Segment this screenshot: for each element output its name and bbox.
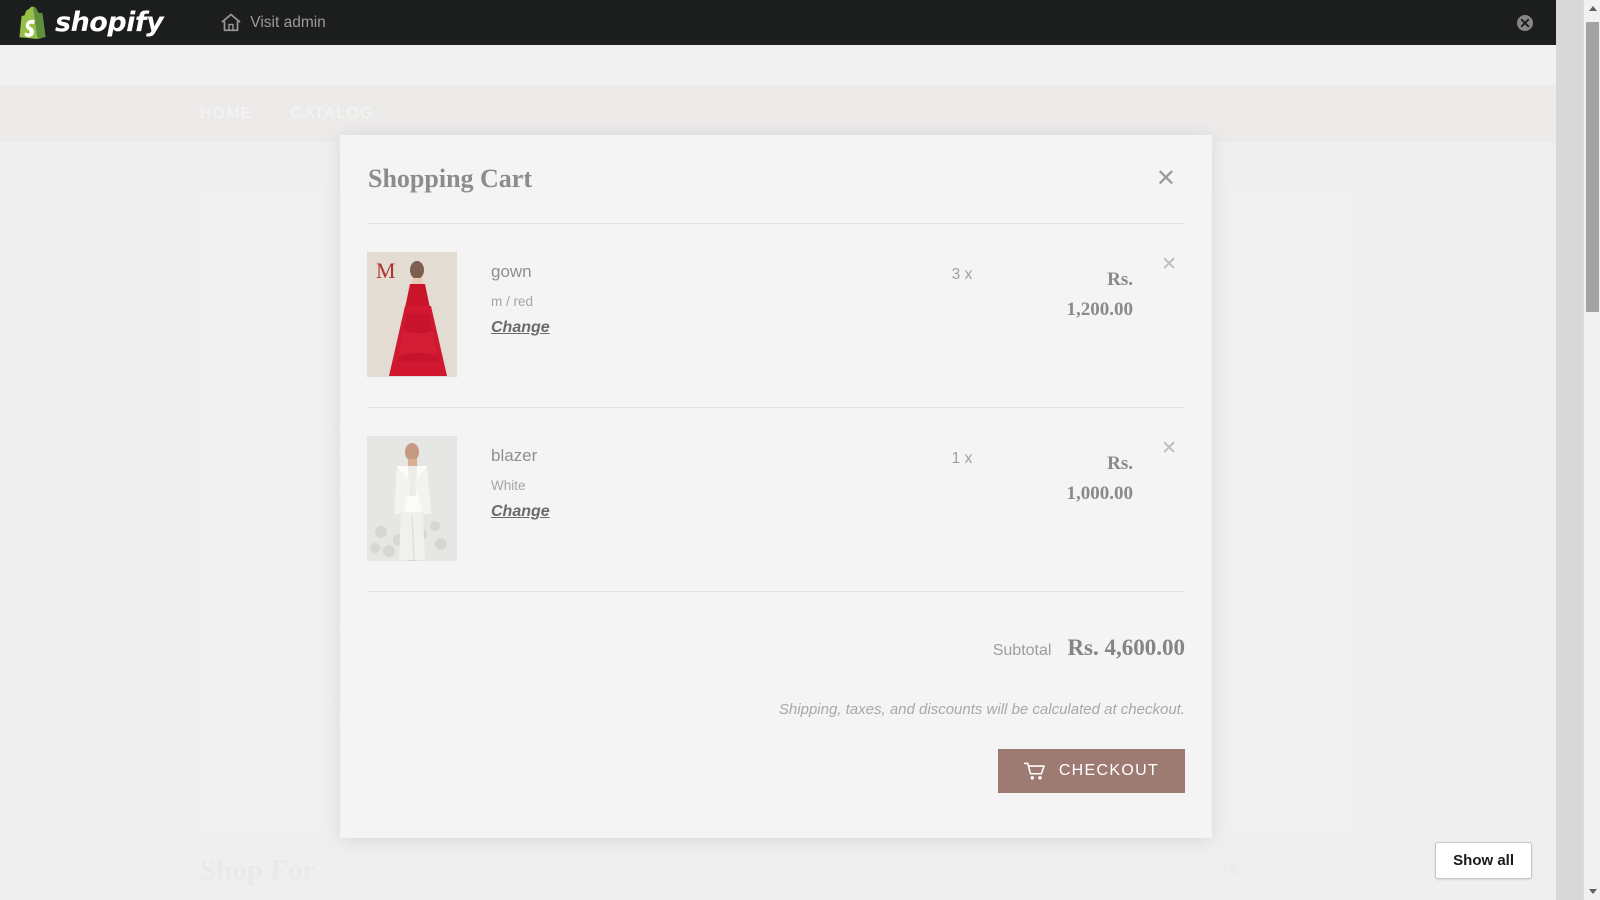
cart-item-row: M gown m / red Change 3 x Rs. 1,200.00 xyxy=(367,224,1185,407)
show-all-button[interactable]: Show all xyxy=(1435,842,1532,879)
close-icon[interactable]: ✕ xyxy=(1148,163,1184,195)
scroll-up-arrow-icon[interactable] xyxy=(1584,0,1600,17)
visit-admin-link[interactable]: Visit admin xyxy=(221,13,326,32)
remove-item-icon[interactable]: ✕ xyxy=(1155,250,1183,279)
blazer-image xyxy=(367,436,457,561)
price-currency: Rs. xyxy=(1107,269,1133,290)
subtotal-value: Rs. 4,600.00 xyxy=(1067,635,1185,661)
shopify-logo[interactable]: shopify xyxy=(18,6,163,39)
product-thumbnail[interactable]: M xyxy=(367,252,457,377)
cart-item-quantity: 3 x xyxy=(897,252,1027,284)
price-currency: Rs. xyxy=(1107,453,1133,474)
cart-item-details: blazer White Change xyxy=(457,436,897,521)
close-circle-icon[interactable] xyxy=(1516,14,1534,32)
price-amount: 1,000.00 xyxy=(1067,483,1134,504)
visit-admin-label: Visit admin xyxy=(250,14,326,32)
vertical-scrollbar[interactable] xyxy=(1583,0,1600,900)
shopping-cart-modal: Shopping Cart ✕ M gown m / red xyxy=(340,135,1212,838)
cart-item-title: blazer xyxy=(491,446,897,466)
price-amount: 1,200.00 xyxy=(1067,299,1134,320)
cart-item-variant: White xyxy=(491,478,897,493)
shipping-note: Shipping, taxes, and discounts will be c… xyxy=(367,661,1185,718)
remove-item-icon[interactable]: ✕ xyxy=(1155,434,1183,463)
cart-item-title: gown xyxy=(491,262,897,282)
shopify-admin-bar: shopify Visit admin xyxy=(0,0,1556,45)
gown-image: M xyxy=(367,252,457,377)
shopping-cart-icon xyxy=(1024,762,1046,781)
svg-text:M: M xyxy=(376,258,396,283)
home-icon xyxy=(221,13,241,32)
screen: HOME CATALOG xyxy=(0,0,1600,900)
scroll-down-arrow-icon[interactable] xyxy=(1584,883,1600,900)
cart-item-row: blazer White Change 1 x Rs. 1,000.00 ✕ xyxy=(367,408,1185,591)
subtotal-row: Subtotal Rs. 4,600.00 xyxy=(367,592,1185,661)
checkout-button[interactable]: CHECKOUT xyxy=(998,749,1185,793)
change-variant-link[interactable]: Change xyxy=(491,503,550,521)
shopify-bag-icon xyxy=(18,6,48,39)
product-thumbnail[interactable] xyxy=(367,436,457,561)
subtotal-label: Subtotal xyxy=(993,642,1052,660)
scrollbar-thumb[interactable] xyxy=(1586,22,1599,312)
modal-title: Shopping Cart xyxy=(368,164,532,194)
cart-item-variant: m / red xyxy=(491,294,897,309)
checkout-row: CHECKOUT xyxy=(367,718,1185,793)
checkout-label: CHECKOUT xyxy=(1059,762,1159,780)
cart-item-details: gown m / red Change xyxy=(457,252,897,337)
shopify-wordmark: shopify xyxy=(55,7,163,38)
cart-item-quantity: 1 x xyxy=(897,436,1027,468)
change-variant-link[interactable]: Change xyxy=(491,319,550,337)
modal-header: Shopping Cart ✕ xyxy=(367,135,1185,223)
